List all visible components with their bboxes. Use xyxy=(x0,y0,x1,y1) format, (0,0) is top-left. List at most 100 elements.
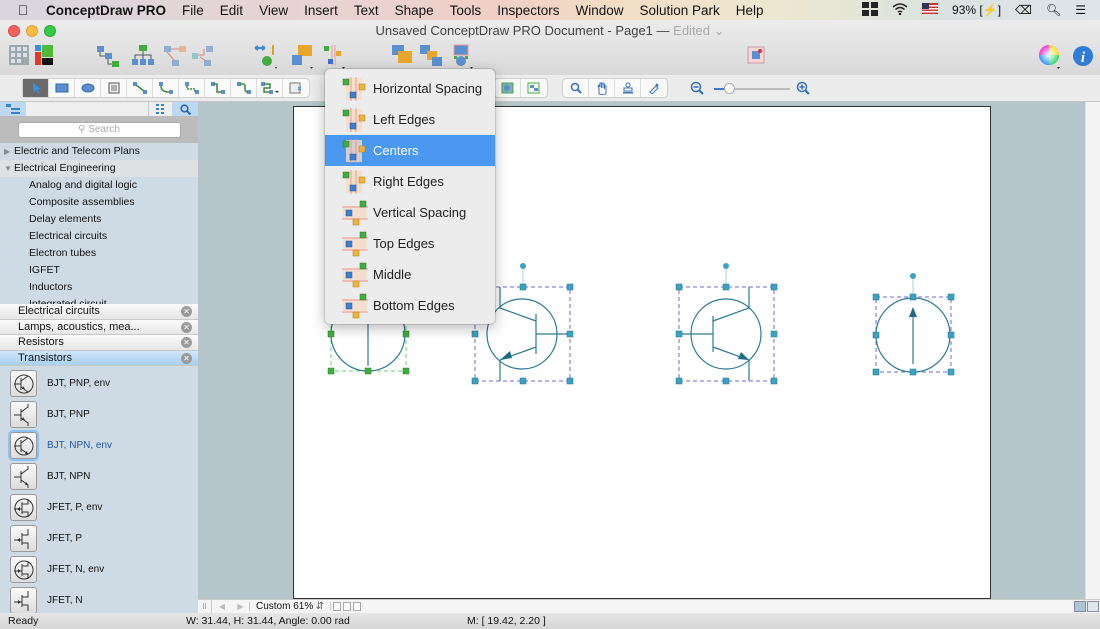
resize-handle[interactable] xyxy=(770,330,778,338)
resize-handle[interactable] xyxy=(872,368,880,376)
tree-item-electric-telecom[interactable]: ▶ Electric and Telecom Plans xyxy=(0,143,198,160)
resize-handle[interactable] xyxy=(566,330,574,338)
notification-icon[interactable]: ⌫ xyxy=(1015,3,1032,17)
resize-handle[interactable] xyxy=(364,367,372,375)
menu-edit[interactable]: Edit xyxy=(212,3,251,18)
resize-handle[interactable] xyxy=(909,368,917,376)
eyedropper-icon[interactable] xyxy=(641,79,667,97)
shape-item-bjt-npn[interactable]: BJT, NPN xyxy=(0,461,198,492)
menu-view[interactable]: View xyxy=(251,3,296,18)
chain-connector-tool[interactable] xyxy=(257,79,283,97)
resize-handle[interactable] xyxy=(770,377,778,385)
shape-item-jfet-p[interactable]: JFET, P xyxy=(0,523,198,554)
resize-handle[interactable] xyxy=(566,283,574,291)
vertical-scrollbar[interactable] xyxy=(1085,102,1100,599)
snap-to-grid-icon[interactable] xyxy=(521,79,547,97)
insert-object-tool[interactable] xyxy=(283,79,309,97)
resize-handle[interactable] xyxy=(947,293,955,301)
resize-handle[interactable] xyxy=(566,377,574,385)
menu-shape[interactable]: Shape xyxy=(387,3,442,18)
rotation-handle[interactable] xyxy=(723,263,729,269)
zoom-slider[interactable] xyxy=(714,83,790,94)
flowchart-layout-icon[interactable] xyxy=(162,43,188,69)
menu-inspectors[interactable]: Inspectors xyxy=(489,3,567,18)
tree-subitem[interactable]: Electron tubes xyxy=(0,245,198,262)
page-view-button[interactable] xyxy=(353,602,361,611)
rotate-flip-icon[interactable] xyxy=(253,43,279,69)
next-page-icon[interactable]: ▶ xyxy=(232,602,250,611)
align-menu-item-left-edges[interactable]: Left Edges xyxy=(325,104,495,135)
pan-hand-icon[interactable] xyxy=(589,79,615,97)
format-painter-icon[interactable] xyxy=(615,79,641,97)
circular-layout-icon[interactable] xyxy=(190,43,216,69)
edited-indicator[interactable]: Edited ⌄ xyxy=(673,23,724,38)
solution-browser-icon[interactable] xyxy=(33,43,59,69)
color-wheel-icon[interactable] xyxy=(1037,43,1063,69)
round-connector-tool[interactable] xyxy=(231,79,257,97)
shape-item-bjt-npn-env[interactable]: BJT, NPN, env xyxy=(0,430,198,461)
shape-item-jfet-n-env[interactable]: JFET, N, env xyxy=(0,554,198,585)
zoom-out-icon[interactable] xyxy=(690,81,704,98)
menu-insert[interactable]: Insert xyxy=(296,3,346,18)
actual-size-icon[interactable] xyxy=(1087,601,1099,612)
shape-circle-arrow[interactable] xyxy=(872,273,955,376)
align-icon[interactable] xyxy=(322,43,348,69)
resize-handle[interactable] xyxy=(675,283,683,291)
menu-app-name[interactable]: ConceptDraw PRO xyxy=(38,3,174,18)
resize-handle[interactable] xyxy=(722,377,730,385)
shape-item-bjt-pnp[interactable]: BJT, PNP xyxy=(0,399,198,430)
resize-handle[interactable] xyxy=(519,377,527,385)
resize-handle[interactable] xyxy=(947,331,955,339)
resize-handle[interactable] xyxy=(947,368,955,376)
apple-icon[interactable]:  xyxy=(8,2,38,18)
snap-to-shape-icon[interactable] xyxy=(495,79,521,97)
tree-subitem[interactable]: Electrical circuits xyxy=(0,228,198,245)
info-icon[interactable]: i xyxy=(1070,43,1096,69)
page-view-button[interactable] xyxy=(333,602,341,611)
resize-handle[interactable] xyxy=(675,377,683,385)
resize-handle[interactable] xyxy=(909,293,917,301)
tree-subitem[interactable]: Composite assemblies xyxy=(0,194,198,211)
page-view-button[interactable] xyxy=(343,602,351,611)
tree-view-tab-icon[interactable] xyxy=(0,102,26,116)
library-resistors[interactable]: Resistors ✕ xyxy=(0,335,198,351)
resize-handle[interactable] xyxy=(872,331,880,339)
resize-handle[interactable] xyxy=(471,377,479,385)
tree-subitem[interactable]: Analog and digital logic xyxy=(0,177,198,194)
prev-page-icon[interactable]: ◀ xyxy=(212,602,232,611)
resize-handle[interactable] xyxy=(722,283,730,291)
smart-connector-tool[interactable] xyxy=(205,79,231,97)
direct-connector-tool[interactable] xyxy=(127,79,153,97)
hierarchy-layout-icon[interactable] xyxy=(130,43,156,69)
library-transistors[interactable]: Transistors ✕ xyxy=(0,350,198,366)
shape-item-jfet-p-env[interactable]: JFET, P, env xyxy=(0,492,198,523)
flag-icon[interactable] xyxy=(922,3,939,17)
resize-handle[interactable] xyxy=(327,330,335,338)
library-lamps-acoustics[interactable]: Lamps, acoustics, mea... ✕ xyxy=(0,319,198,335)
close-library-icon[interactable]: ✕ xyxy=(181,337,192,348)
close-library-icon[interactable]: ✕ xyxy=(181,352,192,364)
menu-file[interactable]: File xyxy=(174,3,212,18)
resize-handle[interactable] xyxy=(519,283,527,291)
rectangle-tool[interactable] xyxy=(49,79,75,97)
ungroup-icon[interactable] xyxy=(418,43,444,69)
app-switcher-icon[interactable] xyxy=(862,1,879,19)
align-menu-item-bottom-edges[interactable]: Bottom Edges xyxy=(325,290,495,321)
tree-subitem[interactable]: Inductors xyxy=(0,279,198,296)
battery-status[interactable]: 93% [⚡] xyxy=(952,3,1001,17)
resize-handle[interactable] xyxy=(471,330,479,338)
zoom-tool-icon[interactable] xyxy=(563,79,589,97)
group-icon[interactable] xyxy=(390,43,416,69)
resize-handle[interactable] xyxy=(872,293,880,301)
arrange-icon[interactable] xyxy=(290,43,316,69)
close-library-icon[interactable]: ✕ xyxy=(181,321,192,333)
bezier-connector-tool[interactable] xyxy=(179,79,205,97)
resize-handle[interactable] xyxy=(402,367,410,375)
control-center-icon[interactable]: ☰ xyxy=(1075,3,1086,17)
expand-triangle-icon[interactable]: ▶ xyxy=(4,143,14,160)
container-icon[interactable] xyxy=(448,43,474,69)
pause-icon[interactable]: II xyxy=(198,600,212,613)
wifi-icon[interactable] xyxy=(892,2,908,18)
resize-handle[interactable] xyxy=(675,330,683,338)
zoom-in-icon[interactable] xyxy=(796,81,810,98)
